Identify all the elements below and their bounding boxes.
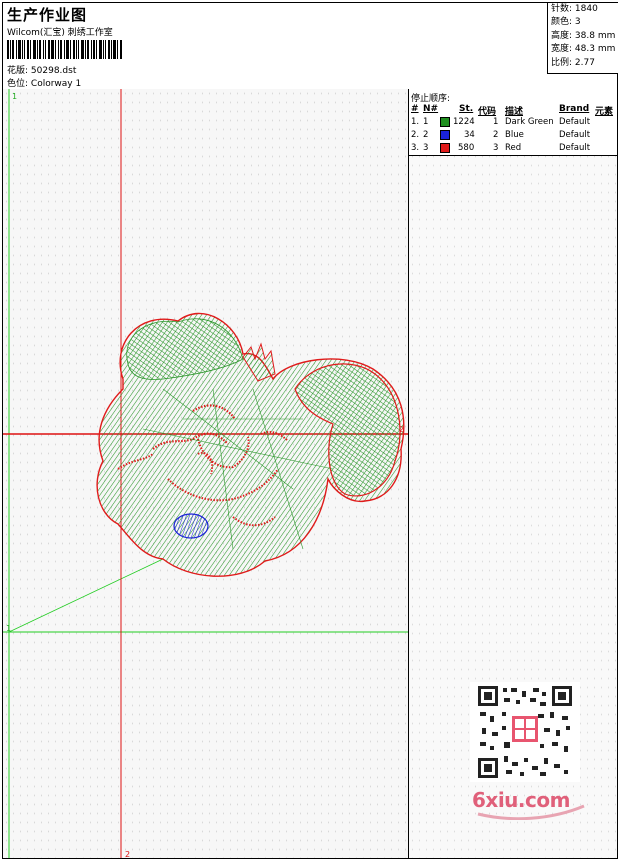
colorway-line: 色位: Colorway 1 — [7, 76, 81, 89]
qr-code-icon — [470, 682, 580, 782]
stat-color-count: 颜色: 3 — [551, 17, 581, 28]
color-swatch — [440, 117, 450, 127]
jump-line — [8, 558, 164, 633]
color-swatch — [440, 143, 450, 153]
colorway-label: 色位: — [7, 79, 29, 89]
design-file-label: 花版: — [7, 66, 29, 76]
stat-width: 宽度: 48.3 mm — [551, 44, 616, 55]
embroidery-design-view: 1 1 2 2 — [3, 89, 408, 858]
stop-sequence-title: 停止顺序: — [411, 94, 451, 104]
col-description: 描述 — [505, 107, 524, 117]
barcode-icon — [7, 40, 122, 59]
watermark-text: 6xiu.com — [472, 788, 570, 812]
color-swatch — [440, 130, 450, 140]
stat-stitch-count: 针数: 1840 — [551, 4, 598, 14]
design-canvas[interactable]: 1 1 2 2 — [3, 89, 409, 858]
table-row[interactable]: 1. 1 1224 1 Dark Green Default — [409, 117, 617, 130]
col-brand: Brand — [559, 104, 590, 114]
marker-top-left: 1 — [12, 92, 17, 101]
marker-bottom-mid: 2 — [125, 850, 130, 858]
sheet-title: 生产作业图 — [7, 6, 88, 24]
sheet-header: 生产作业图 Wilcom(汇宝) 刺绣工作室 花版: 50298.dst 色位:… — [3, 3, 618, 90]
stop-sequence-table: 停止顺序: # N# St. 代码 描述 Brand 元素 1. 1 1224 … — [409, 89, 617, 156]
company-name: Wilcom(汇宝) 刺绣工作室 — [7, 28, 113, 38]
col-index: # — [411, 104, 419, 114]
col-needle: N# — [423, 104, 439, 114]
colorway-name: Colorway 1 — [30, 79, 82, 89]
design-stats-box: 针数: 1840 颜色: 3 高度: 38.8 mm 宽度: 48.3 mm 比… — [547, 3, 618, 74]
embroidery-design — [96, 312, 405, 577]
design-file-name: 50298.dst — [30, 66, 77, 76]
col-stitches: St. — [459, 104, 474, 114]
stat-height: 高度: 38.8 mm — [551, 30, 616, 41]
col-element: 元素 — [595, 107, 614, 117]
blue-thread-element — [173, 513, 209, 539]
marker-bottom-left: 1 — [6, 624, 11, 633]
stat-scale: 比例: 2.77 — [551, 57, 595, 68]
design-file-line: 花版: 50298.dst — [7, 63, 76, 76]
col-code: 代码 — [478, 107, 497, 117]
table-row[interactable]: 2. 2 34 2 Blue Default — [409, 130, 617, 143]
table-row[interactable]: 3. 3 580 3 Red Default — [409, 143, 617, 156]
